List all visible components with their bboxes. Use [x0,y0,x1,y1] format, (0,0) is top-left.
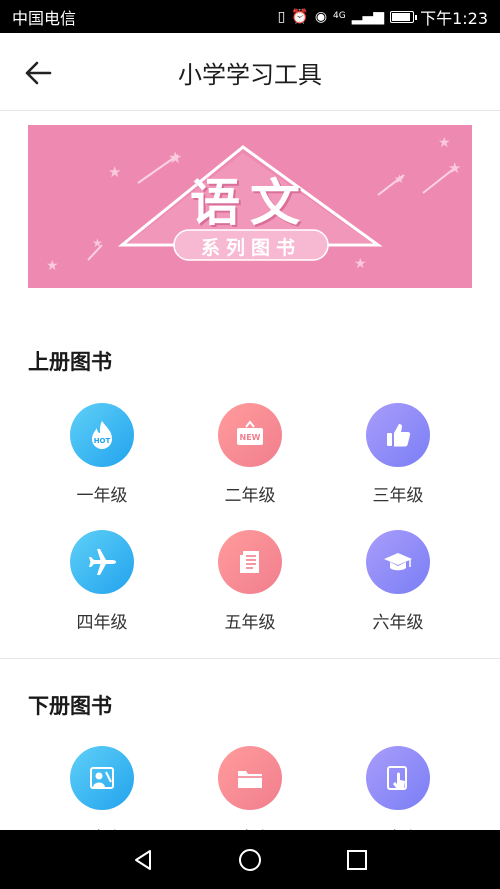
grade-label: 五年级 [224,613,276,633]
hot-flame-icon: HOT [70,403,134,467]
system-home-button[interactable] [230,840,270,880]
airplane-icon [70,530,134,594]
thumbs-up-icon [366,403,430,467]
upper-grade-2[interactable]: NEW 二年级 [176,403,324,506]
upper-grade-6[interactable]: 六年级 [324,530,472,633]
system-recents-button[interactable] [337,840,377,880]
top-app-bar: 小学学习工具 [0,33,500,111]
banner-subtitle: 系列图书 [200,237,301,259]
alarm-icon: ⏰ [291,8,309,25]
square-recents-icon [346,849,367,870]
upper-grade-4[interactable]: 四年级 [28,530,176,633]
status-bar: 中国电信 ▯ ⏰ ◉ 4G ▂▄▆ 下午1:23 [0,0,500,33]
upper-books-heading: 上册图书 [28,350,112,374]
svg-text:NEW: NEW [240,433,261,442]
star-icon: ★ [354,256,367,272]
folder-icon [218,746,282,810]
network-type-label: 4G [333,11,346,21]
signal-icon: ▂▄▆ [351,8,385,25]
chinese-series-banner[interactable]: ★ ★ ★ ★ ★ ★ ★ ★ 语文 系列图书 [28,125,472,288]
star-icon: ★ [46,258,59,274]
battery-icon [390,10,418,23]
upper-grade-1[interactable]: HOT 一年级 [28,403,176,506]
star-icon: ★ [92,236,103,250]
grade-label: 二年级 [224,486,276,506]
star-icon: ★ [438,135,451,151]
reader-icon [70,746,134,810]
grade-label: 四年级 [76,613,128,633]
svg-text:HOT: HOT [94,437,111,445]
eye-icon: ◉ [314,8,328,25]
circle-home-icon [238,848,261,871]
clock-label: 下午1:23 [420,8,488,28]
system-navigation-bar [0,830,500,889]
vibrate-icon: ▯ [277,8,286,25]
status-icons: ▯ ⏰ ◉ 4G ▂▄▆ 下午1:23 [278,5,488,29]
page-title: 小学学习工具 [178,61,322,89]
upper-grade-5[interactable]: 五年级 [176,530,324,633]
section-divider [0,658,500,659]
system-back-button[interactable] [123,840,163,880]
grade-label: 一年级 [76,486,128,506]
app-screen: 中国电信 ▯ ⏰ ◉ 4G ▂▄▆ 下午1:23 小学学习工具 ★ ★ ★ ★ … [0,0,500,889]
grade-label: 六年级 [372,613,424,633]
graduation-cap-icon [366,530,430,594]
upper-grade-3[interactable]: 三年级 [324,403,472,506]
banner-title: 语文 [190,174,310,232]
book-touch-icon [366,746,430,810]
triangle-back-icon [135,849,152,870]
lower-books-heading: 下册图书 [28,694,112,718]
document-icon [218,530,282,594]
grade-label: 三年级 [372,486,424,506]
carrier-label: 中国电信 [12,8,77,28]
new-sign-icon: NEW [218,403,282,467]
